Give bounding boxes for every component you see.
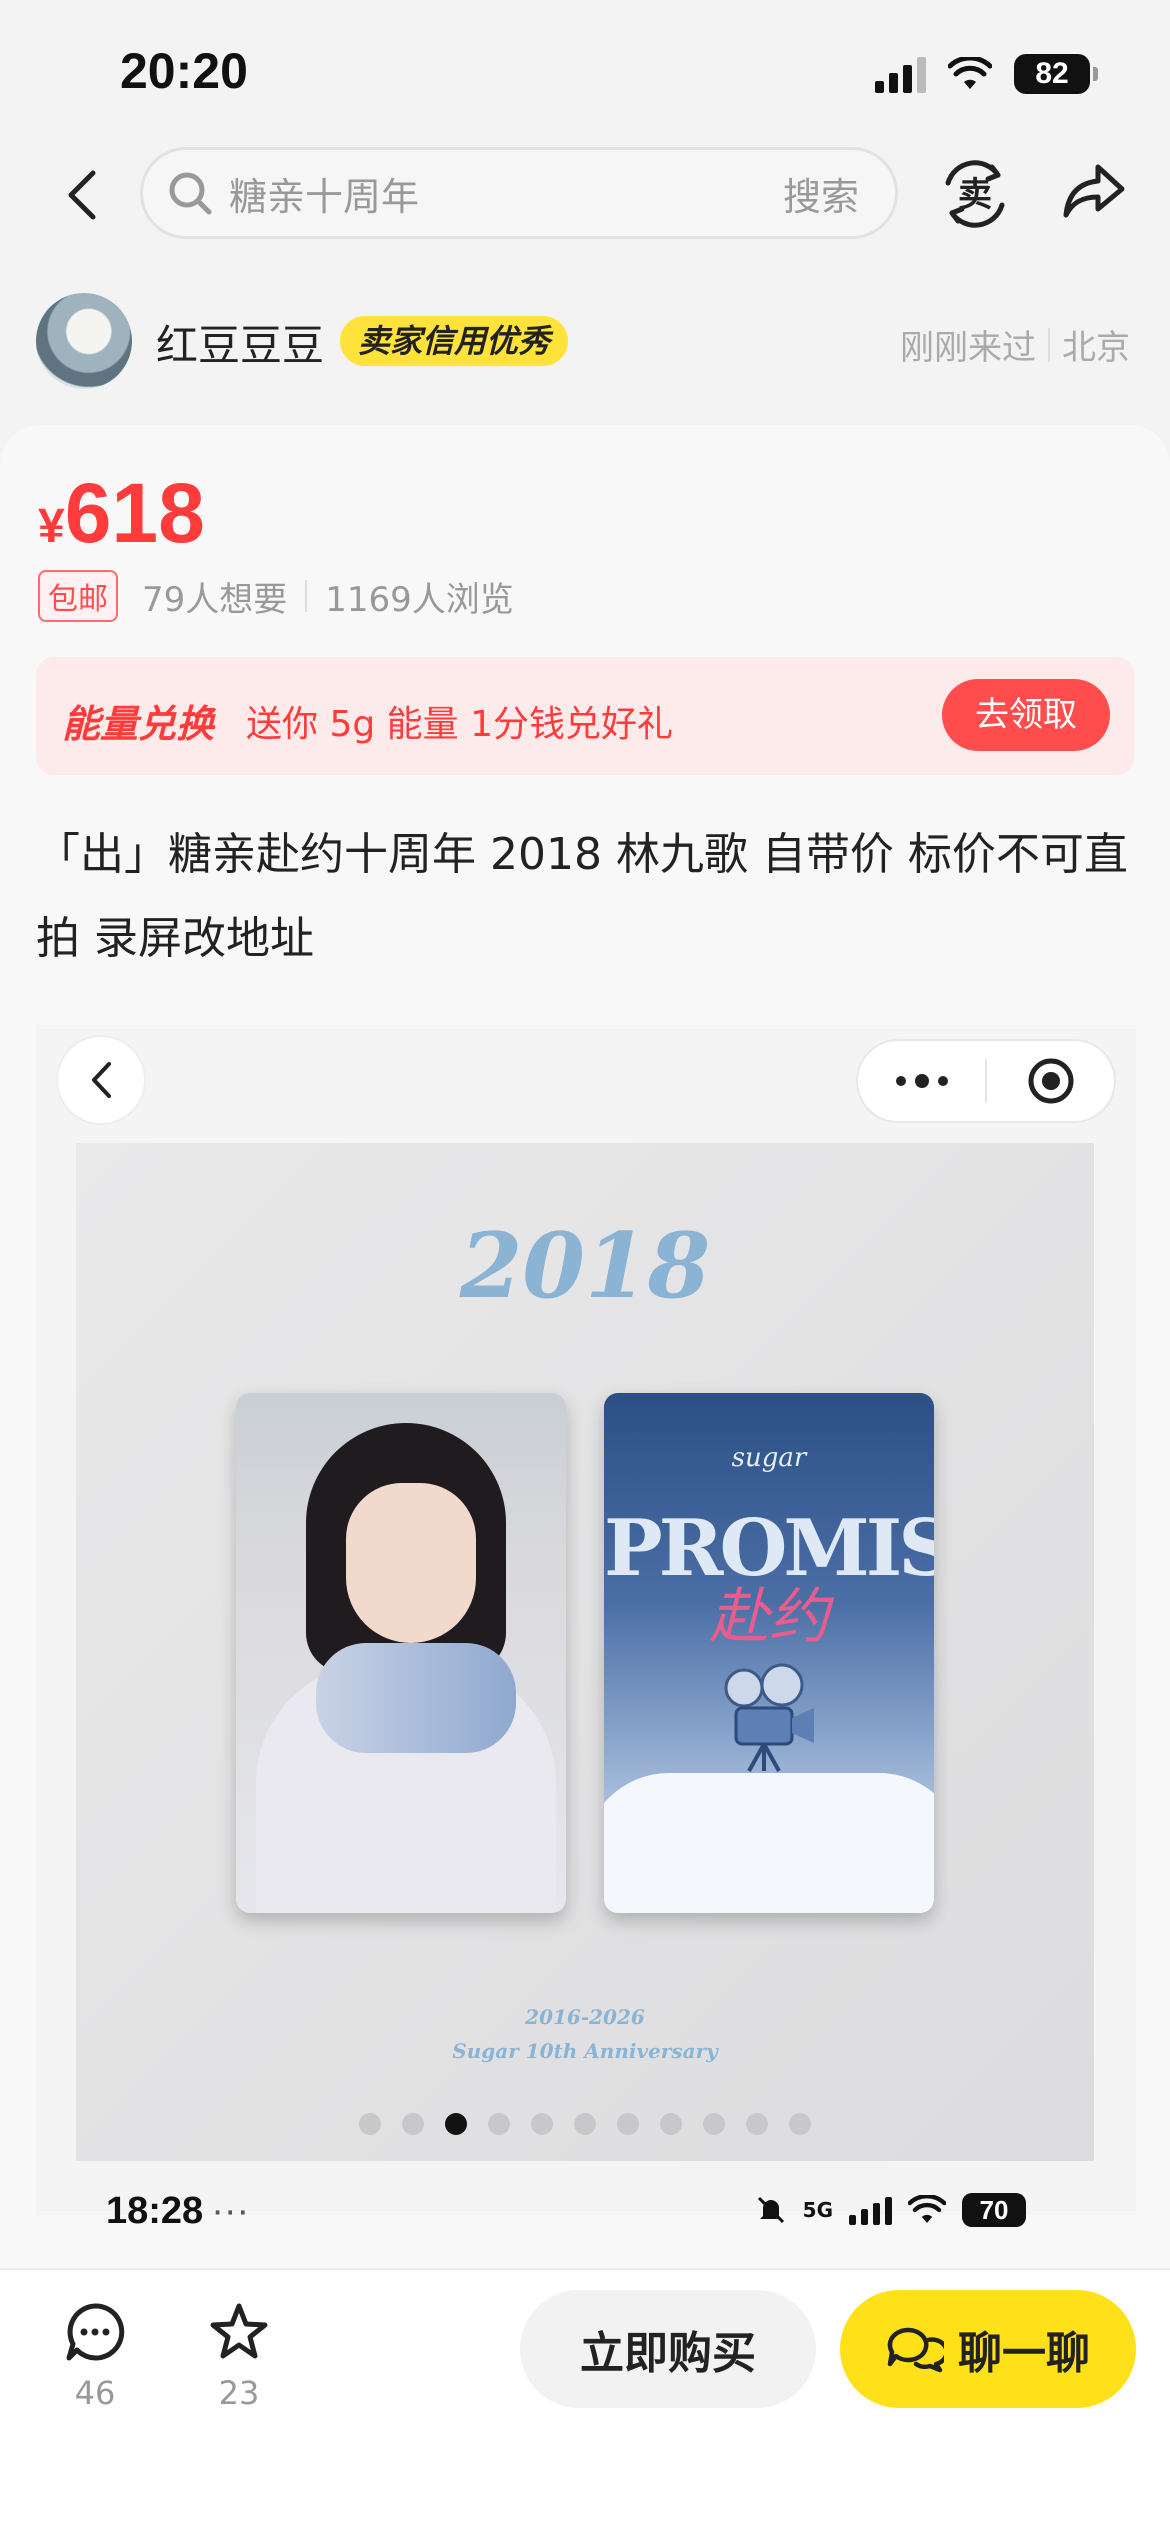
price: ¥618 [38, 465, 205, 562]
network-label: 5G [802, 2198, 833, 2222]
photo-card-portrait [236, 1393, 566, 1913]
divider [305, 580, 308, 612]
carousel-dots [76, 2113, 1094, 2135]
close-mini-program-button[interactable] [987, 1056, 1114, 1106]
target-icon [1028, 1058, 1073, 1104]
sell-icon-label: 卖 [958, 175, 992, 215]
poster-image: 2018 sugar PROMISE 赴约 [76, 1143, 1094, 2161]
seller-avatar[interactable] [36, 293, 132, 389]
price-value: 618 [64, 466, 205, 560]
battery-indicator: 82 [1014, 54, 1098, 94]
listing-title: 「出」糖亲赴约十周年 2018 林九歌 自带价 标价不可直拍 录屏改地址 [36, 829, 1128, 964]
wants-count: 79人想要 [142, 579, 288, 620]
inner-time: 18:28 [106, 2190, 204, 2232]
carousel-dot[interactable] [488, 2113, 510, 2135]
comments-count: 46 [74, 2374, 116, 2412]
search-button[interactable]: 搜索 [783, 166, 859, 221]
status-time: 20:20 [120, 43, 248, 99]
photo-card-promise: sugar PROMISE 赴约 [604, 1393, 934, 1913]
chevron-left-icon [68, 170, 96, 220]
views-count: 1169人浏览 [325, 579, 514, 620]
favorites-count: 23 [218, 2374, 260, 2412]
claim-button[interactable]: 去领取 [942, 679, 1110, 751]
listing-card: ¥618 包邮 79人想要 1169人浏览 能量兑换 送你 5g 能量 1分钱兑… [0, 425, 1170, 2275]
cloud-shape [604, 1773, 934, 1913]
listing-stats: 包邮 79人想要 1169人浏览 [38, 570, 514, 622]
chat-button[interactable]: 聊一聊 [840, 2290, 1136, 2408]
seller-row[interactable]: 红豆豆豆 卖家信用优秀 刚刚来过 北京 [0, 290, 1170, 390]
inner-status-icons: 5G 70 [755, 2193, 1026, 2227]
bell-off-icon [757, 2196, 784, 2224]
carousel-dot[interactable] [660, 2113, 682, 2135]
bottom-action-bar: 46 23 立即购买 聊一聊 [0, 2268, 1170, 2532]
sell-button[interactable]: 卖 [940, 159, 1010, 229]
search-bar[interactable]: 糖亲十周年 搜索 [140, 147, 898, 239]
carousel-dot[interactable] [789, 2113, 811, 2135]
search-icon [169, 172, 212, 215]
chat-icon [887, 2327, 944, 2373]
cellular-signal-icon [849, 2195, 892, 2225]
poster-footer-years: 2016-2026 [525, 2005, 645, 2029]
wifi-icon [908, 2195, 946, 2223]
share-button[interactable] [1062, 161, 1132, 231]
carousel-dot[interactable] [445, 2113, 467, 2135]
listing-image[interactable]: 2018 sugar PROMISE 赴约 [36, 1025, 1136, 2232]
inner-more: ··· [211, 2190, 250, 2232]
cellular-signal-icon [875, 55, 926, 93]
carousel-dot[interactable] [703, 2113, 725, 2135]
film-projector-icon [724, 1663, 814, 1772]
carousel-dot[interactable] [531, 2113, 553, 2135]
search-input[interactable]: 糖亲十周年 [229, 166, 783, 221]
energy-description: 送你 5g 能量 1分钱兑好礼 [246, 704, 673, 745]
carousel-dot[interactable] [574, 2113, 596, 2135]
status-bar: 20:20 82 [0, 0, 1170, 150]
sell-icon: 卖 [945, 160, 1005, 228]
chat-button-label: 聊一聊 [958, 2328, 1090, 2379]
mini-program-capsule [856, 1039, 1116, 1123]
back-button[interactable] [52, 165, 112, 225]
buy-now-button[interactable]: 立即购买 [520, 2290, 816, 2408]
carousel-dot[interactable] [746, 2113, 768, 2135]
free-shipping-badge: 包邮 [38, 570, 118, 622]
promise-card-cn: 赴约 [709, 1582, 829, 1652]
portrait-face [346, 1483, 476, 1643]
wifi-icon [948, 57, 992, 89]
more-button[interactable] [858, 1074, 985, 1088]
star-icon [210, 2303, 268, 2359]
favorite-button[interactable]: 23 [184, 2300, 294, 2412]
inner-status-time: 18:28 ··· [106, 2190, 249, 2233]
inner-battery: 70 [962, 2193, 1026, 2227]
top-nav: 糖亲十周年 搜索 卖 [0, 145, 1170, 245]
portrait-scarf [316, 1643, 516, 1753]
more-dots-icon [895, 1074, 948, 1088]
poster-footer-text: Sugar 10th Anniversary [452, 2039, 718, 2063]
comments-button[interactable]: 46 [40, 2300, 150, 2412]
poster-year: 2018 [459, 1213, 711, 1319]
mini-program-back-button[interactable] [56, 1035, 146, 1125]
last-seen: 刚刚来过 [900, 328, 1036, 368]
share-icon [1063, 164, 1125, 218]
carousel-dot[interactable] [359, 2113, 381, 2135]
carousel-dot[interactable] [617, 2113, 639, 2135]
chevron-left-icon [92, 1062, 111, 1098]
carousel-dot[interactable] [402, 2113, 424, 2135]
seller-name[interactable]: 红豆豆豆 [156, 312, 324, 373]
energy-banner[interactable]: 能量兑换 送你 5g 能量 1分钱兑好礼 去领取 [36, 657, 1134, 775]
seller-location: 北京 [1062, 328, 1130, 368]
comment-icon [66, 2303, 125, 2361]
promise-card-sub: sugar [731, 1443, 807, 1473]
energy-title: 能量兑换 [62, 702, 215, 746]
seller-meta: 刚刚来过 北京 [900, 320, 1130, 369]
divider [1048, 327, 1050, 362]
credit-badge: 卖家信用优秀 [340, 316, 569, 366]
price-currency: ¥ [38, 500, 65, 553]
status-icons: 82 [875, 54, 1098, 94]
